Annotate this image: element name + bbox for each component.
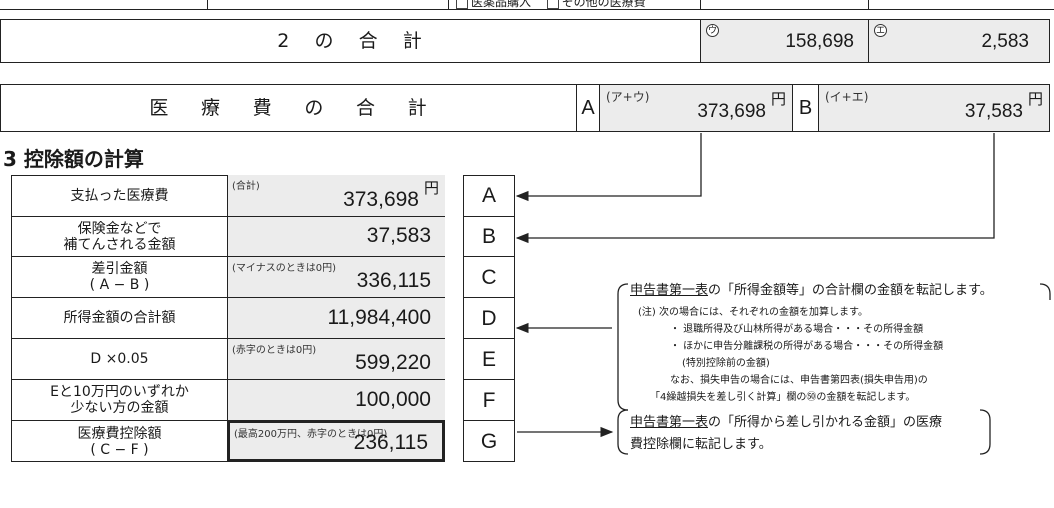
note-d-line-3: (特別控除前の金額)	[682, 358, 770, 369]
calc-row-value-g: 236,115	[353, 431, 428, 454]
checkbox-other[interactable]	[546, 0, 559, 9]
calc-row-label-f: Eと10万円のいずれか 少ない方の金額	[11, 379, 227, 420]
calc-row-value-d: 11,984,400	[327, 306, 431, 329]
mark-e: エ	[874, 24, 887, 37]
calc-row-value-cell-e: (赤字のときは0円) 599,220	[227, 338, 445, 379]
calc-row-label-b: 保険金などで 補てんされる金額	[11, 216, 227, 256]
total-value-a: 373,698	[697, 101, 766, 122]
note-g-heading-rest: の「所得から差し引かれる金額」の医療	[708, 415, 943, 430]
note-d-heading-rest: の「所得金額等」の合計欄の金額を転記します。	[708, 283, 993, 298]
total-value-b: 37,583	[964, 101, 1023, 122]
calc-row-label-c: 差引金額 ( A − B )	[11, 256, 227, 297]
letter-cell-e: E	[463, 338, 515, 379]
calc-row-value-e: 599,220	[355, 351, 431, 374]
note-d-bracket-left	[617, 283, 629, 411]
letter-cell-d: D	[463, 297, 515, 338]
sum2-value-u: 158,698	[785, 31, 854, 52]
letter-cell-c: C	[463, 256, 515, 297]
total-unit-b: 円	[1027, 90, 1043, 108]
calc-row-label-e: D ×0.05	[11, 338, 227, 379]
checkbox-other-label: その他の医療費	[561, 0, 646, 9]
checkbox-medicine-label: 医薬品購入	[471, 0, 532, 9]
calc-row-label-a: 支払った医療費	[11, 175, 227, 216]
calc-row-value-a: 373,698	[343, 188, 419, 211]
note-g-bracket-left	[617, 409, 629, 455]
calc-row-label-d: 所得金額の合計額	[11, 297, 227, 338]
total-letter-b: B	[792, 84, 818, 132]
total-label-2: 費	[252, 97, 272, 119]
sum2-label-2: 合	[358, 30, 379, 52]
top-divider-1	[207, 0, 208, 10]
sum2-value-e: 2,583	[981, 31, 1029, 52]
top-divider-3	[700, 0, 701, 10]
checkbox-medicine[interactable]	[456, 0, 468, 9]
total-formula-a: (ア+ウ)	[606, 90, 650, 104]
note-g-line-2: 費控除欄に転記します。	[630, 437, 772, 452]
total-label-5: 計	[407, 97, 427, 119]
section3-title: 3 控除額の計算	[3, 147, 144, 171]
note-d-heading: 申告書第一表の「所得金額等」の合計欄の金額を転記します。	[630, 279, 1048, 298]
calc-row-value-cell-b: 37,583	[227, 216, 445, 256]
total-label-0: 医	[149, 97, 169, 119]
total-cell-a: (ア+ウ) 373,698 円	[599, 84, 792, 132]
total-unit-a: 円	[770, 90, 786, 108]
total-letter-a: A	[576, 84, 599, 132]
note-d-line-5: 「4繰越損失を差し引く計算」欄の㊿の金額を転記します。	[650, 392, 916, 403]
calc-row-value-b: 37,583	[366, 224, 431, 247]
note-g-heading: 申告書第一表の「所得から差し引かれる金額」の医療	[630, 411, 982, 430]
calc-row-note-c: (マイナスのときは0円)	[232, 263, 336, 274]
total-label-3: の	[304, 97, 324, 119]
top-divider-2	[448, 0, 449, 10]
total-label: 医 療 費 の 合 計	[0, 84, 576, 132]
calc-row-value-cell-g: (最高200万円、赤字のときは0円) 236,115	[227, 420, 445, 462]
sum2-label-1: の	[314, 30, 335, 52]
total-label-4: 合	[355, 97, 375, 119]
note-g: 申告書第一表の「所得から差し引かれる金額」の医療 費控除欄に転記します。	[630, 411, 982, 452]
arrow-a-to-row-a	[515, 133, 702, 202]
note-d-line-1: ・ 退職所得及び山林所得がある場合・・・その所得金額	[670, 324, 924, 335]
calc-row-value-cell-d: 11,984,400	[227, 297, 445, 338]
total-label-1: 療	[201, 97, 221, 119]
letter-cell-b: B	[463, 216, 515, 256]
calc-row-label-g: 医療費控除額 ( C − F )	[11, 420, 227, 462]
sum2-cell-u: ウ 158,698	[700, 19, 868, 63]
letter-cell-a: A	[481, 184, 496, 207]
calc-row-value-c: 336,115	[356, 269, 431, 292]
mark-u: ウ	[706, 24, 719, 37]
note-d-line-4: なお、損失申告の場合には、申告書第四表(損失申告用)の	[670, 375, 928, 386]
sum2-cell-e: エ 2,583	[868, 19, 1050, 63]
calc-row-unit-a: 円	[423, 179, 439, 197]
note-d: 申告書第一表の「所得金額等」の合計欄の金額を転記します。 (注) 次の場合には、…	[630, 279, 1048, 403]
top-partial-row: 医薬品購入 その他の医療費	[0, 0, 1054, 10]
letter-cell-g: G	[463, 420, 515, 462]
note-g-heading-underlined: 申告書第一表	[630, 415, 709, 430]
calc-row-value-cell-c: (マイナスのときは0円) 336,115	[227, 256, 445, 297]
calc-row-note-e: (赤字のときは0円)	[232, 345, 317, 356]
note-d-line-0: (注) 次の場合には、それぞれの金額を加算します。	[638, 307, 868, 318]
top-checkboxes: 医薬品購入 その他の医療費	[456, 0, 646, 10]
sum2-label: 2 の 合 計	[0, 19, 700, 63]
arrow-b-to-row-b	[515, 133, 995, 244]
note-d-line-2: ・ ほかに申告分離課税の所得がある場合・・・その所得金額	[670, 341, 944, 352]
sum2-label-3: 計	[402, 30, 423, 52]
top-divider-4	[868, 0, 869, 10]
calc-row-value-f: 100,000	[355, 388, 431, 411]
calc-row-value-cell-a: (合計) 373,698 円	[227, 175, 445, 216]
total-formula-b: (イ+エ)	[825, 90, 869, 104]
calc-row-value-cell-f: 100,000	[227, 379, 445, 420]
sum2-label-0: 2	[277, 30, 291, 52]
letter-cell-f: F	[463, 379, 515, 420]
note-d-heading-underlined: 申告書第一表	[630, 283, 709, 298]
total-cell-b: (イ+エ) 37,583 円	[818, 84, 1050, 132]
calc-row-note-a: (合計)	[232, 181, 260, 192]
